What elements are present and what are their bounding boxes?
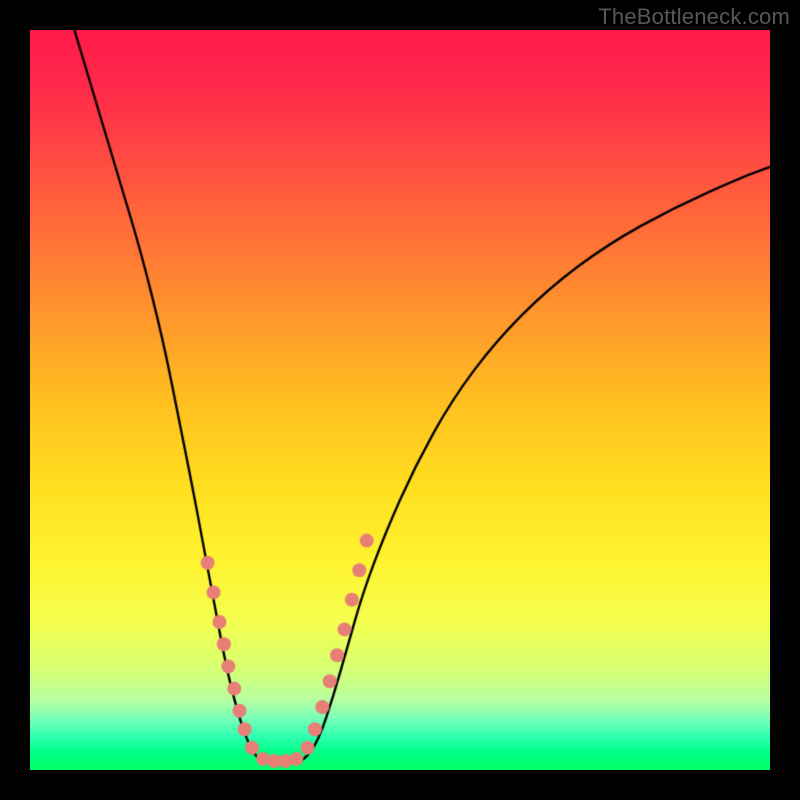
bottleneck-curve [30, 30, 770, 770]
plot-area [30, 30, 770, 770]
watermark-text: TheBottleneck.com [598, 4, 790, 30]
chart-frame: TheBottleneck.com [0, 0, 800, 800]
